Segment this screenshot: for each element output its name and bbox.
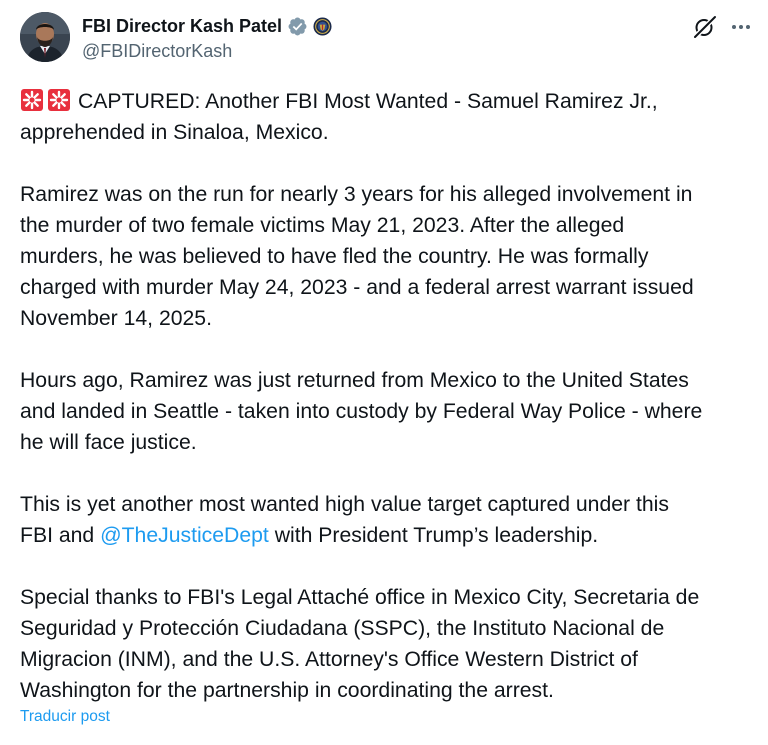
post-line: Hours ago, Ramirez was just returned fro… [20, 369, 689, 392]
post-line: apprehended in Sinaloa, Mexico. [20, 121, 329, 144]
post-card: FBI Director Kash Patel @FBIDirectorKash [0, 0, 768, 745]
post-line: he will face justice. [20, 431, 197, 454]
grok-icon[interactable] [692, 14, 718, 40]
avatar-photo-icon [20, 12, 70, 62]
post-line: Seguridad y Protección Ciudadana (SSPC),… [20, 617, 665, 640]
post-text-span: with President Trump’s leadership. [268, 524, 599, 547]
post-paragraph: Special thanks to FBI's Legal Attaché of… [20, 582, 755, 706]
post-line: Ramirez was on the run for nearly 3 year… [20, 183, 693, 206]
post-line: FBI and @TheJusticeDept with President T… [20, 520, 755, 551]
author-handle[interactable]: @FBIDirectorKash [82, 41, 232, 62]
post-header: FBI Director Kash Patel @FBIDirectorKash [20, 12, 752, 66]
rotating-light-emoji [47, 88, 71, 112]
translate-post-link[interactable]: Traducir post [20, 708, 110, 726]
post-line: Washington for the partnership in coordi… [20, 679, 554, 702]
post-text: CAPTURED: Another FBI Most Wanted - Samu… [20, 86, 755, 706]
post-line: charged with murder May 24, 2023 - and a… [20, 276, 694, 299]
post-line: Special thanks to FBI's Legal Attaché of… [20, 586, 700, 609]
fbi-seal-icon[interactable] [313, 16, 332, 36]
post-paragraph: CAPTURED: Another FBI Most Wanted - Samu… [20, 86, 755, 148]
avatar[interactable] [20, 12, 70, 62]
mention-link[interactable]: @TheJusticeDept [100, 524, 269, 547]
verified-badge-icon [287, 16, 308, 37]
rotating-light-emoji [20, 88, 44, 112]
post-paragraph: Ramirez was on the run for nearly 3 year… [20, 179, 755, 334]
post-text-span: FBI and [20, 524, 101, 547]
post-line: November 14, 2025. [20, 307, 212, 330]
post-paragraph: This is yet another most wanted high val… [20, 489, 755, 551]
post-paragraph: Hours ago, Ramirez was just returned fro… [20, 365, 755, 458]
post-header-actions [692, 14, 752, 40]
post-text-span: CAPTURED: Another FBI Most Wanted - Samu… [78, 90, 658, 113]
post-line: This is yet another most wanted high val… [20, 493, 669, 516]
post-line: murders, he was believed to have fled th… [20, 245, 649, 268]
post-line: the murder of two female victims May 21,… [20, 214, 625, 237]
post-line: CAPTURED: Another FBI Most Wanted - Samu… [20, 86, 755, 117]
more-dots-icon[interactable] [730, 16, 752, 38]
author-name-row: FBI Director Kash Patel [82, 14, 332, 38]
post-line: and landed in Seattle - taken into custo… [20, 400, 703, 423]
post-line: Migracion (INM), and the U.S. Attorney's… [20, 648, 638, 671]
author-display-name[interactable]: FBI Director Kash Patel [82, 16, 282, 37]
